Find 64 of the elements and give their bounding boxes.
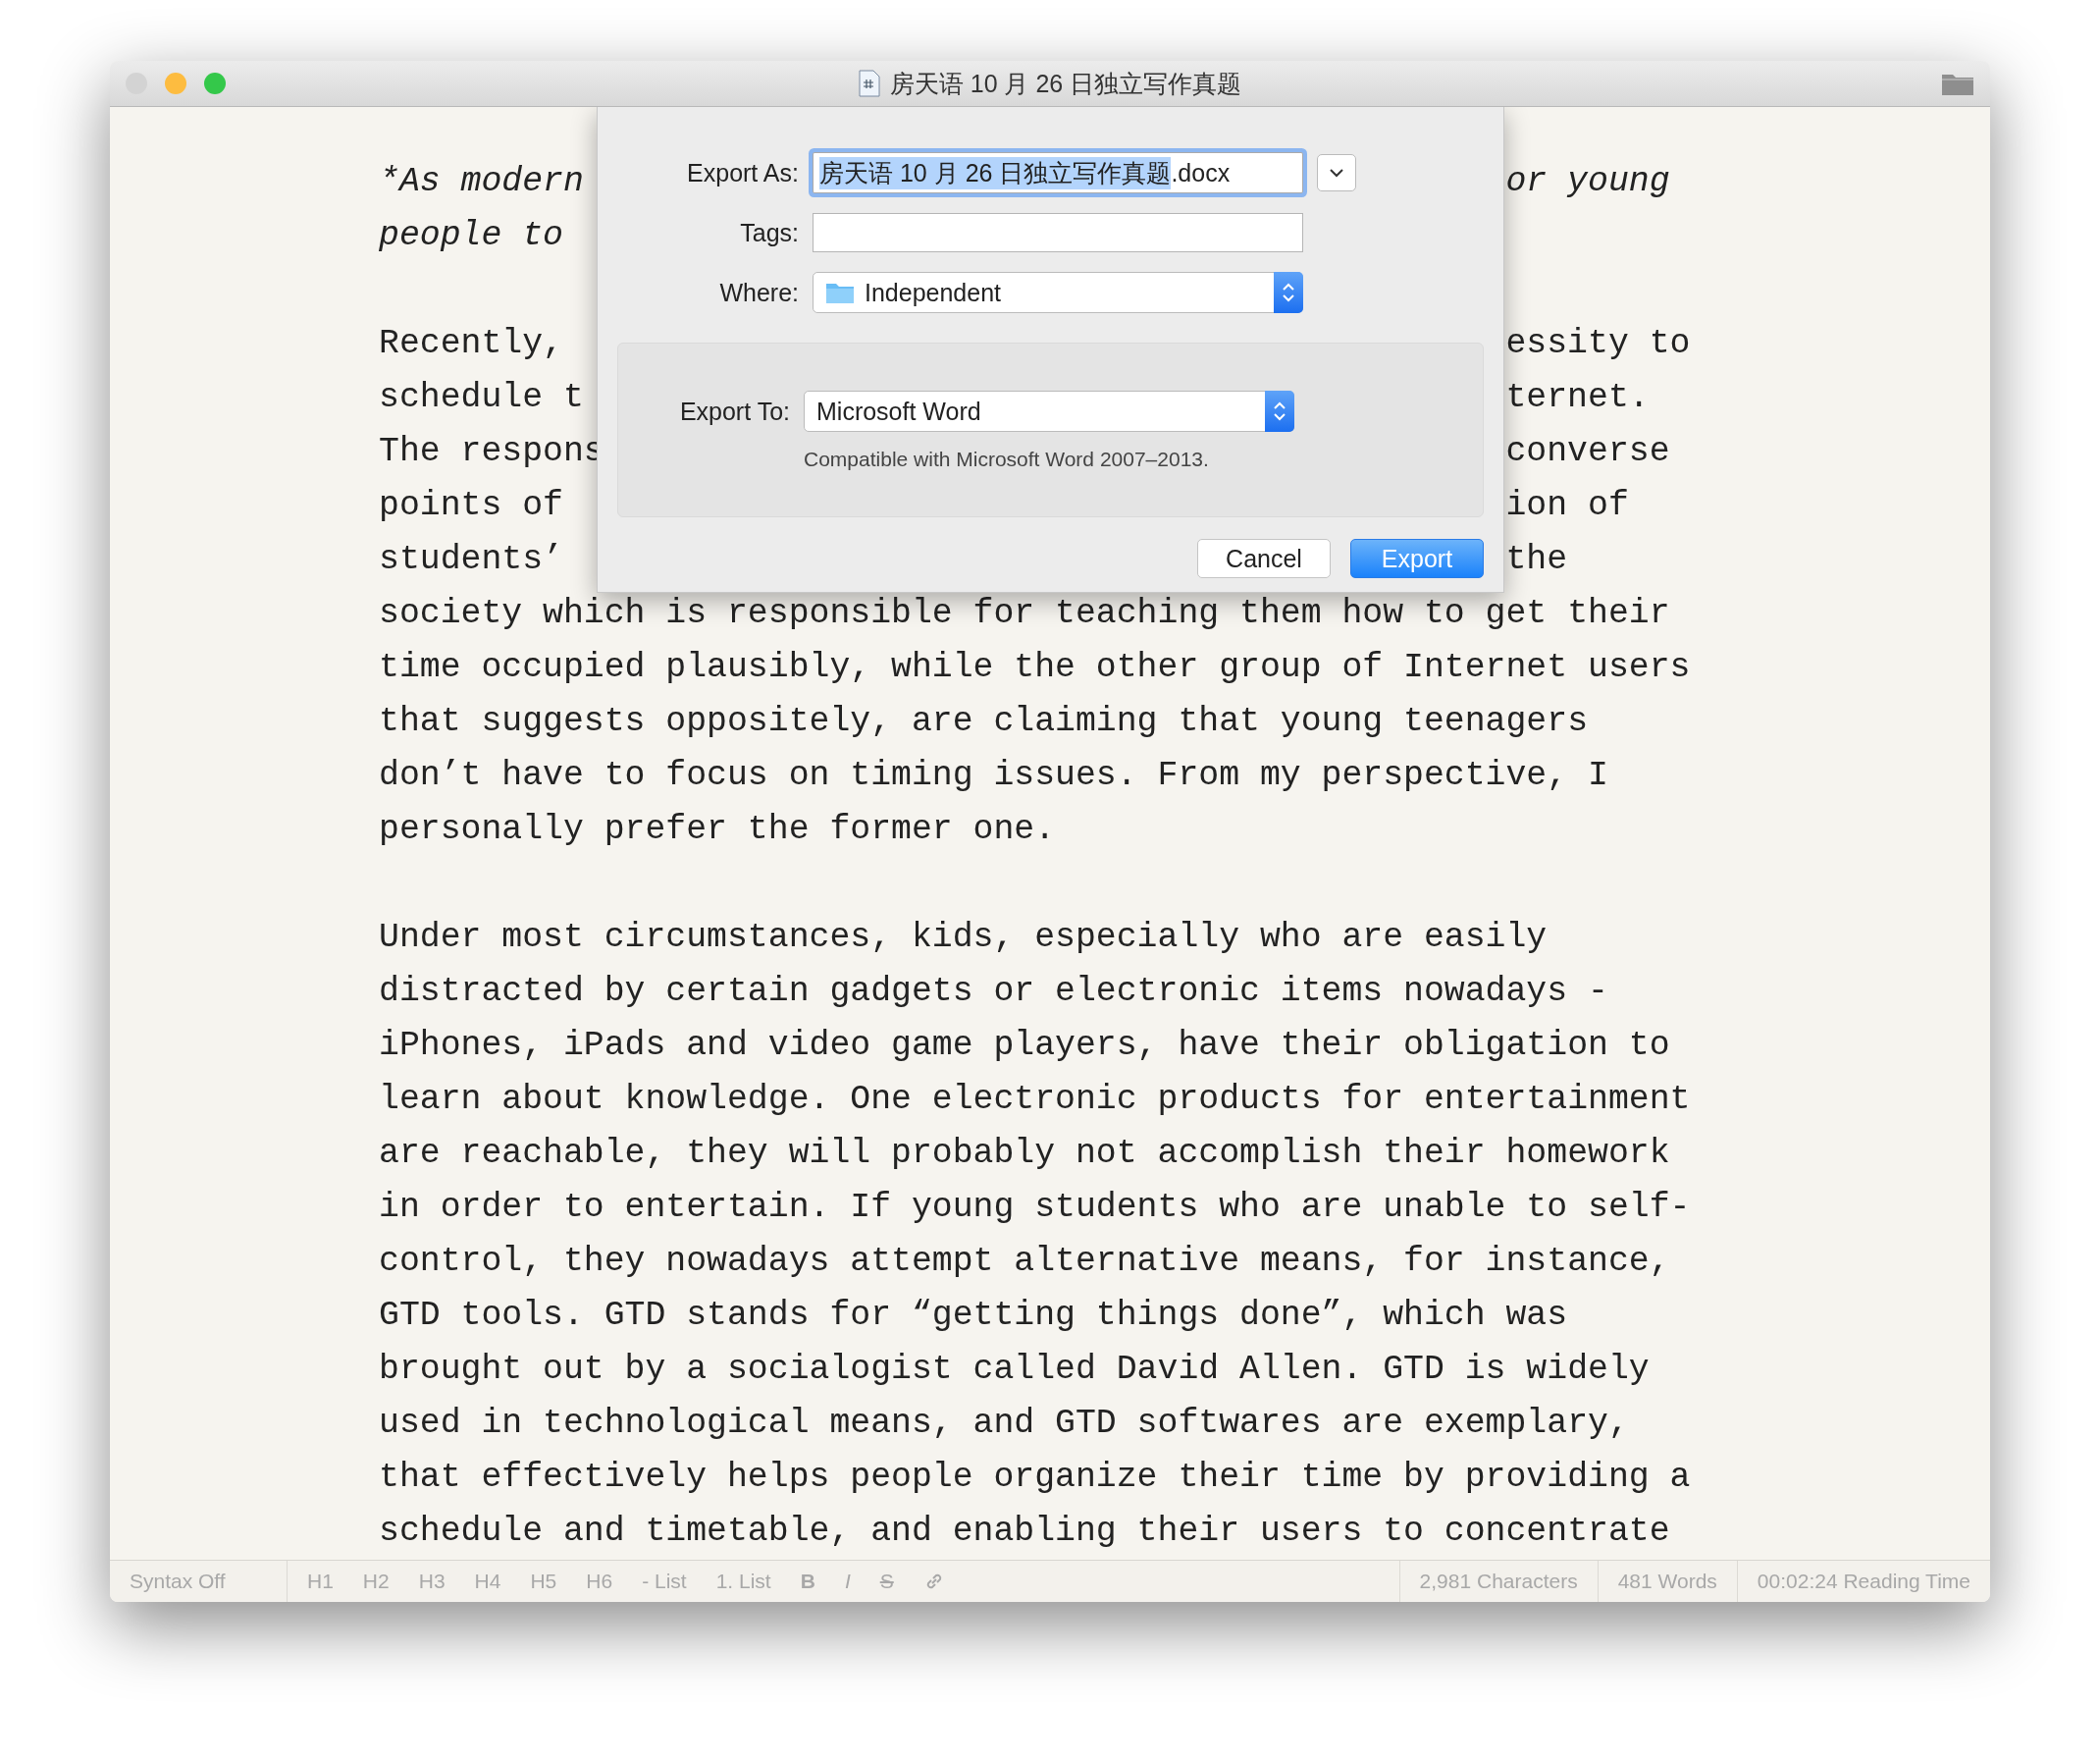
text-line: iPhones, iPads and video game players, have their obligation to xyxy=(379,1026,1670,1064)
expand-button[interactable] xyxy=(1317,154,1356,191)
zoom-button[interactable] xyxy=(204,73,226,94)
text-line: Under most circumstances, kids, especially who are easily xyxy=(379,918,1548,956)
up-down-arrows-icon xyxy=(1282,281,1295,304)
field-label: Export To: xyxy=(678,397,790,426)
strikethrough-button[interactable]: S xyxy=(879,1570,894,1593)
text-fragment: ternet. xyxy=(1505,377,1650,418)
text-line: people to xyxy=(379,216,563,254)
up-down-arrows-icon xyxy=(1273,400,1286,423)
text-fragment: converse xyxy=(1505,431,1670,472)
stat-text: 481 Words xyxy=(1617,1570,1717,1593)
field-label: Where: xyxy=(718,278,799,307)
italic-button[interactable]: I xyxy=(844,1570,851,1593)
text-line: time occupied plausibly, while the other group of Internet users xyxy=(379,648,1691,686)
format-button[interactable]: H5 xyxy=(530,1570,557,1593)
text-line: schedule and timetable, and enabling their users to concentrate xyxy=(379,1512,1670,1550)
text-fragment: Recently, xyxy=(379,323,563,364)
format-button[interactable]: H1 xyxy=(307,1570,334,1593)
text-fragment: The respons xyxy=(379,431,604,472)
minimize-button[interactable] xyxy=(165,73,186,94)
text-line: that suggests oppositely, are claiming that young teenagers xyxy=(379,702,1588,740)
text-fragment: or young xyxy=(1505,161,1670,202)
text-line: society which is responsible for teaching them how to get their xyxy=(379,594,1670,632)
text-fragment: the xyxy=(1505,539,1568,580)
syntax-toggle[interactable]: Syntax Off xyxy=(130,1570,226,1593)
format-button[interactable]: H2 xyxy=(362,1570,390,1593)
window-title: 房天语 10 月 26 日独立写作真题 xyxy=(889,68,1242,99)
text-fragment: *As modern xyxy=(379,161,584,202)
text-line: learn about knowledge. One electronic products for entertainment xyxy=(379,1080,1691,1118)
format-button[interactable]: 1. List xyxy=(715,1570,771,1593)
text-line: GTD tools. GTD stands for “getting things done”, which was xyxy=(379,1296,1568,1334)
chevron-down-icon xyxy=(1330,168,1343,178)
format-button[interactable]: - List xyxy=(642,1570,687,1593)
bold-button[interactable]: B xyxy=(800,1570,815,1593)
field-label: Export As: xyxy=(686,158,799,187)
format-button[interactable]: H6 xyxy=(586,1570,613,1593)
text-line: are reachable, they will probably not accomplish their homework xyxy=(379,1134,1670,1172)
text-fragment: ion of xyxy=(1505,485,1629,526)
format-note: Compatible with Microsoft Word 2007–2013. xyxy=(804,448,1210,471)
text-line: don’t have to focus on timing issues. From my perspective, I xyxy=(379,756,1608,794)
text-fragment: essity to xyxy=(1505,323,1691,364)
text-fragment: students’ xyxy=(379,539,563,580)
format-popup[interactable]: Microsoft Word xyxy=(804,391,1294,432)
text-line: that effectively helps people organize their time by providing a xyxy=(379,1458,1691,1496)
text-line: personally prefer the former one. xyxy=(379,810,1056,848)
text-line: control, they nowadays attempt alternative means, for instance, xyxy=(379,1242,1670,1280)
folder-icon xyxy=(825,281,855,304)
format-button[interactable]: H4 xyxy=(474,1570,501,1593)
export-button[interactable]: Export xyxy=(1350,539,1484,578)
text-fragment: points of xyxy=(379,485,563,526)
location-popup[interactable]: Independent xyxy=(813,272,1303,313)
document-icon xyxy=(858,70,880,97)
text-line: in order to entertain. If young students who are unable to self- xyxy=(379,1188,1691,1226)
text-fragment: schedule t xyxy=(379,377,584,418)
stat-text: 2,981 Characters xyxy=(1419,1570,1578,1593)
text-line: brought out by a socialogist called David Allen. GTD is widely xyxy=(379,1350,1650,1388)
format-button[interactable]: H3 xyxy=(418,1570,446,1593)
stat-text: 00:02:24 Reading Time xyxy=(1757,1570,1970,1593)
tags-field[interactable] xyxy=(813,213,1303,252)
cancel-button[interactable]: Cancel xyxy=(1197,539,1331,578)
text-line: distracted by certain gadgets or electronic items nowadays - xyxy=(379,972,1608,1010)
field-label: Tags: xyxy=(739,218,799,247)
text-line: used in technological means, and GTD softwares are exemplary, xyxy=(379,1404,1629,1442)
